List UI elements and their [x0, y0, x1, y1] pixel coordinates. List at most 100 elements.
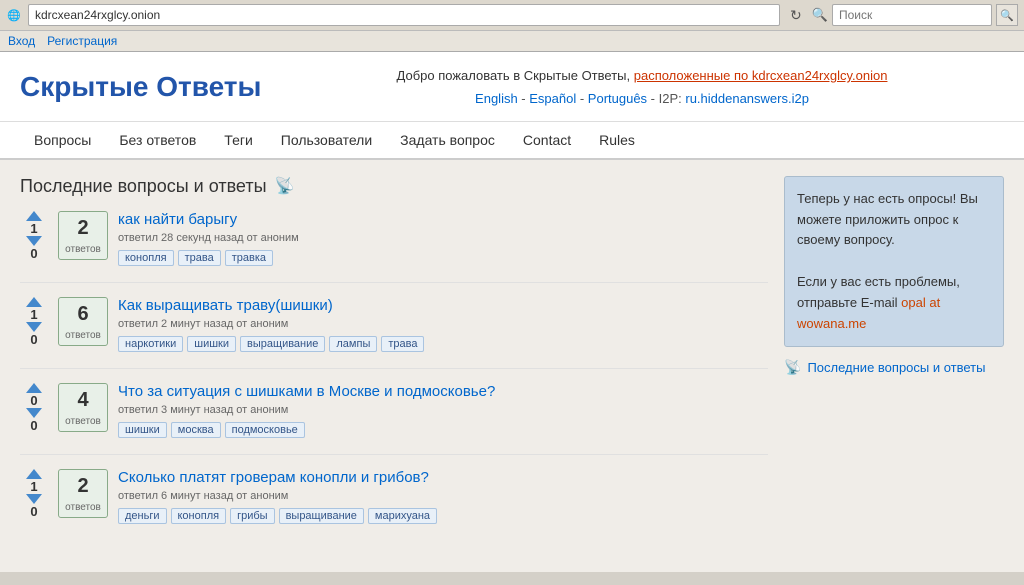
vote-count-up-q2: 1: [24, 307, 44, 322]
sidebar-polls-box: Теперь у нас есть опросы! Вы можете прил…: [784, 176, 1004, 348]
page-wrapper: Скрытые Ответы Добро пожаловать в Скрыты…: [0, 52, 1024, 572]
vote-up-q3[interactable]: [26, 383, 42, 393]
vote-down-q3[interactable]: [26, 408, 42, 418]
divider-2: [20, 368, 768, 369]
browser-search-input[interactable]: [832, 4, 992, 26]
main-layout: Последние вопросы и ответы 📡 1 0 2 ответ…: [0, 160, 1024, 556]
question-body-q4: Сколько платят гроверам конопли и грибов…: [118, 469, 768, 524]
tag-griby[interactable]: грибы: [230, 508, 274, 524]
tag-podmoskovye[interactable]: подмосковье: [225, 422, 305, 438]
nav-unanswered[interactable]: Без ответов: [105, 122, 210, 158]
table-row: 1 0 2 ответов Сколько платят гроверам ко…: [20, 469, 768, 524]
lang-espanol[interactable]: Español: [529, 91, 576, 106]
tag-vyrashivanie4[interactable]: выращивание: [279, 508, 364, 524]
vote-count-up-q4: 1: [24, 479, 44, 494]
tag-dengi[interactable]: деньги: [118, 508, 167, 524]
tag-vyrashivanie[interactable]: выращивание: [240, 336, 325, 352]
tag-narkotiki[interactable]: наркотики: [118, 336, 183, 352]
vote-down-q2[interactable]: [26, 322, 42, 332]
tag-marihuana[interactable]: марихуана: [368, 508, 437, 524]
tag-konoплa[interactable]: конопля: [118, 250, 174, 266]
sidebar-email-text: Если у вас есть проблемы, отправьте E-ma…: [797, 272, 991, 334]
nav-menu: Вопросы Без ответов Теги Пользователи За…: [0, 122, 1024, 160]
tag-shishki3[interactable]: шишки: [118, 422, 167, 438]
vote-down-q4[interactable]: [26, 494, 42, 504]
browser-nav-bar: Вход Регистрация: [0, 31, 1024, 51]
vote-section-q2: 1 0: [20, 297, 48, 347]
nav-ask[interactable]: Задать вопрос: [386, 122, 509, 158]
divider-1: [20, 282, 768, 283]
question-title-q1[interactable]: как найти барыгу: [118, 211, 768, 228]
browser-search-button[interactable]: 🔍: [996, 4, 1018, 26]
lang-english[interactable]: English: [475, 91, 518, 106]
tag-konoplya4[interactable]: конопля: [171, 508, 227, 524]
tag-travka[interactable]: травка: [225, 250, 273, 266]
vote-section-q1: 1 0: [20, 211, 48, 261]
nav-tags[interactable]: Теги: [210, 122, 266, 158]
site-header: Скрытые Ответы Добро пожаловать в Скрыты…: [0, 52, 1024, 122]
header-welcome-line: Добро пожаловать в Скрытые Ответы, распо…: [280, 64, 1004, 87]
answer-label-q4: ответов: [65, 502, 101, 513]
vote-count-up-q3: 0: [24, 393, 44, 408]
vote-down-q1[interactable]: [26, 236, 42, 246]
tags-q4: деньги конопля грибы выращивание марихуа…: [118, 508, 768, 524]
tag-moskva[interactable]: москва: [171, 422, 221, 438]
rss-icon[interactable]: 📡: [275, 176, 295, 196]
url-bar[interactable]: [28, 4, 780, 26]
answer-count-q1: 2 ответов: [58, 211, 108, 260]
answer-num-q2: 6: [65, 302, 101, 326]
question-body-q2: Как выращивать траву(шишки) ответил 2 ми…: [118, 297, 768, 352]
sidebar-rss-link[interactable]: Последние вопросы и ответы: [807, 360, 985, 375]
search-area: 🔍 🔍: [812, 4, 1018, 26]
vote-count-down-q4: 0: [24, 504, 44, 519]
browser-toolbar: 🌐 ↻ 🔍 🔍: [0, 0, 1024, 31]
lang-portugues[interactable]: Português: [588, 91, 647, 106]
question-meta-q3: ответил 3 минут назад от аноним: [118, 404, 768, 416]
tag-trava2[interactable]: трава: [381, 336, 424, 352]
reload-button[interactable]: ↻: [786, 5, 806, 25]
sidebar-rss-row: 📡 Последние вопросы и ответы: [784, 359, 1004, 376]
question-body-q3: Что за ситуация с шишками в Москве и под…: [118, 383, 768, 438]
vote-up-q2[interactable]: [26, 297, 42, 307]
lang-i2p[interactable]: ru.hiddenanswers.i2p: [685, 91, 809, 106]
domain-link[interactable]: расположенные по kdrcxean24rxglcy.onion: [634, 68, 888, 83]
question-title-q3[interactable]: Что за ситуация с шишками в Москве и под…: [118, 383, 768, 400]
favicon-icon: 🌐: [6, 7, 22, 23]
question-title-q2[interactable]: Как выращивать траву(шишки): [118, 297, 768, 314]
vote-count-down-q3: 0: [24, 418, 44, 433]
table-row: 1 0 6 ответов Как выращивать траву(шишки…: [20, 297, 768, 352]
vote-up-q1[interactable]: [26, 211, 42, 221]
nav-contact[interactable]: Contact: [509, 122, 585, 158]
sidebar: Теперь у нас есть опросы! Вы можете прил…: [784, 176, 1004, 540]
site-logo: Скрытые Ответы: [20, 71, 280, 103]
header-lang-line: English - Español - Português - I2P: ru.…: [280, 87, 1004, 110]
vote-count-down-q1: 0: [24, 246, 44, 261]
main-content: Последние вопросы и ответы 📡 1 0 2 ответ…: [20, 176, 768, 540]
question-meta-q4: ответил 6 минут назад от аноним: [118, 490, 768, 502]
nav-rules[interactable]: Rules: [585, 122, 649, 158]
vote-section-q3: 0 0: [20, 383, 48, 433]
answer-label-q2: ответов: [65, 330, 101, 341]
tags-q3: шишки москва подмосковье: [118, 422, 768, 438]
vote-section-q4: 1 0: [20, 469, 48, 519]
register-link[interactable]: Регистрация: [47, 34, 117, 48]
tag-shishki[interactable]: шишки: [187, 336, 236, 352]
nav-users[interactable]: Пользователи: [267, 122, 386, 158]
vote-count-up-q1: 1: [24, 221, 44, 236]
tag-trava1[interactable]: трава: [178, 250, 221, 266]
answer-num-q4: 2: [65, 474, 101, 498]
login-link[interactable]: Вход: [8, 34, 35, 48]
welcome-text: Добро пожаловать в Скрытые Ответы,: [397, 68, 634, 83]
question-title-q4[interactable]: Сколько платят гроверам конопли и грибов…: [118, 469, 768, 486]
nav-questions[interactable]: Вопросы: [20, 122, 105, 158]
answer-label-q1: ответов: [65, 244, 101, 255]
browser-chrome: 🌐 ↻ 🔍 🔍 Вход Регистрация: [0, 0, 1024, 52]
section-title: Последние вопросы и ответы: [20, 176, 267, 197]
section-title-row: Последние вопросы и ответы 📡: [20, 176, 768, 197]
divider-3: [20, 454, 768, 455]
sidebar-polls-text: Теперь у нас есть опросы! Вы можете прил…: [797, 189, 991, 251]
vote-up-q4[interactable]: [26, 469, 42, 479]
tag-lampy[interactable]: лампы: [329, 336, 377, 352]
answer-label-q3: ответов: [65, 416, 101, 427]
answer-num-q1: 2: [65, 216, 101, 240]
